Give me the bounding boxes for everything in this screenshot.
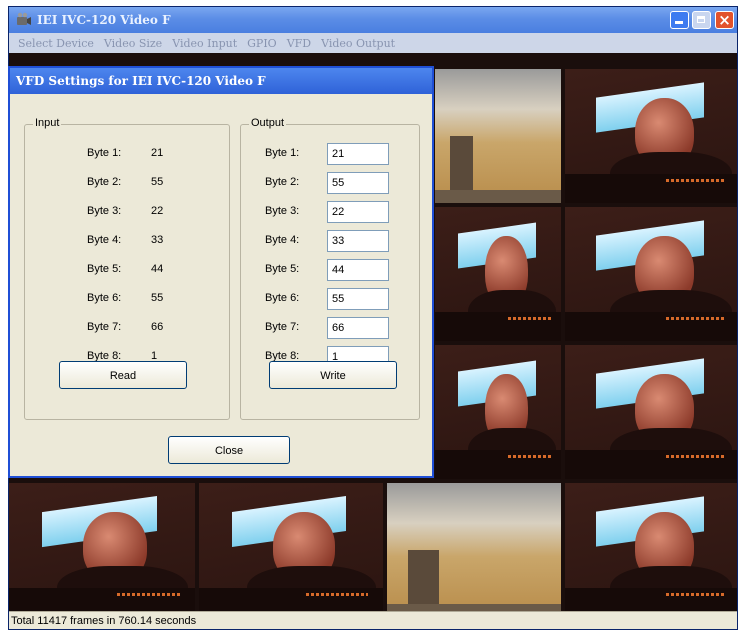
output-byte-2-field[interactable] xyxy=(327,172,389,194)
output-group-legend: Output xyxy=(249,117,287,129)
input-byte-7-value: 66 xyxy=(151,321,164,333)
input-byte-2-value: 55 xyxy=(151,176,164,188)
output-byte-2-label: Byte 2: xyxy=(265,176,300,188)
output-byte-6-label: Byte 6: xyxy=(265,292,300,304)
read-button[interactable]: Read xyxy=(59,361,187,389)
input-byte-5-label: Byte 5: xyxy=(87,263,122,275)
video-tile xyxy=(565,483,737,611)
close-button[interactable]: Close xyxy=(168,436,290,464)
input-byte-1-value: 21 xyxy=(151,147,164,159)
input-byte-3-value: 22 xyxy=(151,205,164,217)
video-tile xyxy=(565,207,737,341)
vfd-settings-dialog: VFD Settings for IEI IVC-120 Video F Inp… xyxy=(8,66,434,478)
close-icon[interactable]: × xyxy=(715,11,734,29)
video-tile xyxy=(387,483,561,611)
input-byte-1-label: Byte 1: xyxy=(87,147,122,159)
menu-video-output[interactable]: Video Output xyxy=(316,37,400,50)
video-tile xyxy=(435,207,561,341)
input-group-legend: Input xyxy=(33,117,62,129)
output-byte-6-field[interactable] xyxy=(327,288,389,310)
maximize-icon[interactable] xyxy=(692,11,711,29)
output-byte-4-field[interactable] xyxy=(327,230,389,252)
output-group: Output Byte 1: Byte 2: Byte 3: Byte 4: B… xyxy=(240,117,420,420)
input-byte-5-value: 44 xyxy=(151,263,164,275)
output-byte-7-label: Byte 7: xyxy=(265,321,300,333)
input-byte-6-value: 55 xyxy=(151,292,164,304)
input-byte-7-label: Byte 7: xyxy=(87,321,122,333)
output-byte-5-field[interactable] xyxy=(327,259,389,281)
output-byte-1-field[interactable] xyxy=(327,143,389,165)
video-tile xyxy=(199,483,383,611)
menu-vfd[interactable]: VFD xyxy=(282,37,316,50)
menu-video-input[interactable]: Video Input xyxy=(167,37,242,50)
dialog-title-bar[interactable]: VFD Settings for IEI IVC-120 Video F xyxy=(10,68,432,94)
menu-bar: Select Device Video Size Video Input GPI… xyxy=(9,33,737,53)
input-byte-4-label: Byte 4: xyxy=(87,234,122,246)
menu-video-size[interactable]: Video Size xyxy=(99,37,167,50)
input-group: Input Byte 1: 21 Byte 2: 55 Byte 3: 22 B… xyxy=(24,117,230,420)
output-byte-5-label: Byte 5: xyxy=(265,263,300,275)
menu-gpio[interactable]: GPIO xyxy=(242,37,282,50)
output-byte-3-label: Byte 3: xyxy=(265,205,300,217)
status-text: Total 11417 frames in 760.14 seconds xyxy=(11,615,197,627)
status-bar: Total 11417 frames in 760.14 seconds xyxy=(9,611,737,629)
minimize-icon[interactable] xyxy=(670,11,689,29)
input-byte-6-label: Byte 6: xyxy=(87,292,122,304)
input-byte-3-label: Byte 3: xyxy=(87,205,122,217)
video-tile xyxy=(565,69,737,203)
video-tile xyxy=(435,345,561,479)
main-title-bar[interactable]: IEI IVC-120 Video F × xyxy=(9,7,737,33)
input-byte-2-label: Byte 2: xyxy=(87,176,122,188)
write-button[interactable]: Write xyxy=(269,361,397,389)
output-byte-1-label: Byte 1: xyxy=(265,147,300,159)
main-window-title: IEI IVC-120 Video F xyxy=(37,13,171,27)
menu-select-device[interactable]: Select Device xyxy=(13,37,99,50)
dialog-title: VFD Settings for IEI IVC-120 Video F xyxy=(16,74,266,88)
video-tile xyxy=(565,345,737,479)
app-camera-icon xyxy=(17,12,31,25)
output-byte-3-field[interactable] xyxy=(327,201,389,223)
output-byte-4-label: Byte 4: xyxy=(265,234,300,246)
video-tile xyxy=(9,483,195,611)
video-tile xyxy=(435,69,561,203)
output-byte-7-field[interactable] xyxy=(327,317,389,339)
input-byte-4-value: 33 xyxy=(151,234,164,246)
